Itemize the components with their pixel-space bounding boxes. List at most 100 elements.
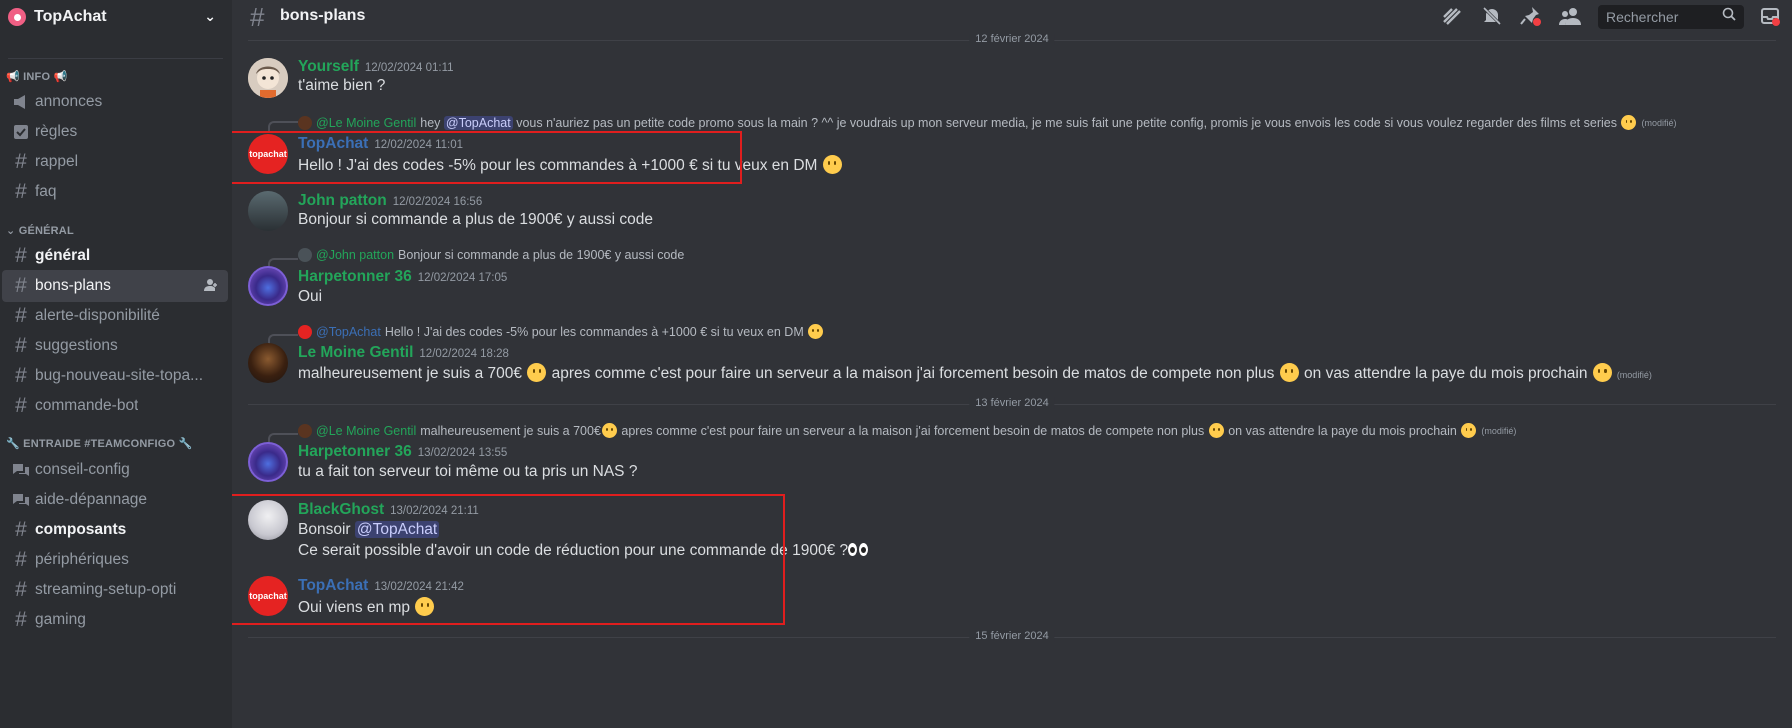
- sidebar-item-annonces[interactable]: annonces: [2, 86, 228, 118]
- pin-icon[interactable]: [1519, 6, 1543, 28]
- sidebar-item-alerte-disponibilite[interactable]: # alerte-disponibilité: [2, 300, 228, 332]
- server-name: TopAchat: [34, 8, 107, 25]
- grin-emoji-icon: [1208, 423, 1224, 438]
- sidebar-item-regles[interactable]: règles: [2, 116, 228, 148]
- hash-icon: #: [15, 244, 27, 267]
- message-text: Hello ! J'ai des codes -5% pour les comm…: [298, 155, 843, 175]
- message-timestamp: 13/02/2024 13:55: [417, 447, 508, 459]
- sidebar-item-streaming-setup-opti[interactable]: # streaming-setup-opti: [2, 574, 228, 606]
- forum-icon: [11, 489, 31, 511]
- reply-preview[interactable]: @Le Moine Gentil malheureusement je suis…: [298, 423, 1516, 438]
- message-timestamp: 13/02/2024 21:42: [374, 581, 464, 593]
- hash-thread-icon: #: [15, 304, 27, 327]
- date-divider: 12 février 2024: [248, 34, 1776, 45]
- avatar[interactable]: [248, 191, 288, 231]
- category-info[interactable]: 📢 INFO 📢: [6, 70, 67, 83]
- channel-sidebar: TopAchat ⌄ 📢 INFO 📢 annonces règles # rap…: [0, 0, 232, 728]
- reply-preview[interactable]: @Le Moine Gentil hey @TopAchat vous n'au…: [298, 115, 1676, 130]
- server-header[interactable]: TopAchat ⌄: [0, 0, 232, 34]
- message-text: malheureusement je suis a 700€ apres com…: [298, 363, 1652, 382]
- search-icon: [1722, 7, 1736, 25]
- rules-icon: [11, 121, 31, 143]
- notifications-muted-icon[interactable]: [1480, 6, 1504, 28]
- channel-title: bons-plans: [280, 7, 366, 24]
- eyes-emoji-icon: [848, 543, 869, 556]
- avatar[interactable]: topachat: [248, 576, 288, 616]
- avatar[interactable]: [248, 266, 288, 306]
- sidebar-item-rappel[interactable]: # rappel: [2, 146, 228, 178]
- threads-icon[interactable]: [1440, 6, 1464, 28]
- date-divider: 15 février 2024: [248, 630, 1776, 642]
- sidebar-item-bug-nouveau-site[interactable]: # bug-nouveau-site-topa...: [2, 360, 228, 392]
- sidebar-item-peripheriques[interactable]: # périphériques: [2, 544, 228, 576]
- add-user-icon[interactable]: [204, 278, 218, 295]
- message-text: tu a fait ton serveur toi même ou ta pri…: [298, 463, 638, 480]
- message-author[interactable]: TopAchat 12/02/2024 11:01: [298, 135, 463, 153]
- avatar[interactable]: [248, 500, 288, 540]
- search-input[interactable]: Rechercher: [1598, 5, 1744, 29]
- mention[interactable]: @TopAchat: [443, 115, 513, 130]
- message-author[interactable]: Harpetonner 36 13/02/2024 13:55: [298, 443, 507, 461]
- message-timestamp: 12/02/2024 17:05: [417, 272, 508, 284]
- message-timestamp: 12/02/2024 01:11: [364, 62, 454, 74]
- smile-emoji-icon: [822, 155, 842, 174]
- message-timestamp: 13/02/2024 21:11: [390, 505, 479, 517]
- category-general[interactable]: ⌄ GÉNÉRAL: [6, 224, 74, 237]
- sidebar-item-general[interactable]: # général: [2, 240, 228, 272]
- sidebar-item-bons-plans[interactable]: # bons-plans: [2, 270, 228, 302]
- hash-thread-icon: #: [15, 608, 27, 631]
- message-author[interactable]: BlackGhost 13/02/2024 21:11: [298, 501, 479, 519]
- message-author[interactable]: Le Moine Gentil 12/02/2024 18:28: [298, 344, 509, 362]
- hash-icon: #: [15, 334, 27, 357]
- sidebar-item-gaming[interactable]: # gaming: [2, 604, 228, 636]
- grin-emoji-icon: [1621, 115, 1637, 130]
- wink-emoji-icon: [1592, 363, 1612, 382]
- sidebar-item-suggestions[interactable]: # suggestions: [2, 330, 228, 362]
- reply-spine: [268, 121, 298, 133]
- sidebar-item-aide-depannage[interactable]: aide-dépannage: [2, 484, 228, 516]
- hash-icon: #: [15, 274, 27, 297]
- hash-thread-icon: #: [15, 364, 27, 387]
- message-text: Bonsoir @TopAchat: [298, 521, 440, 538]
- reply-preview[interactable]: @TopAchat Hello ! J'ai des codes -5% pou…: [298, 324, 824, 339]
- sidebar-item-composants[interactable]: # composants: [2, 514, 228, 546]
- message-text: Oui viens en mp: [298, 597, 435, 617]
- search-placeholder: Rechercher: [1606, 9, 1679, 25]
- hash-thread-icon: #: [15, 394, 27, 417]
- unamused-emoji-icon: [527, 363, 547, 382]
- message-timestamp: 12/02/2024 16:56: [392, 196, 483, 208]
- reply-preview[interactable]: @John patton Bonjour si commande a plus …: [298, 248, 684, 262]
- avatar[interactable]: [248, 58, 288, 98]
- avatar[interactable]: topachat: [248, 134, 288, 174]
- wink-emoji-icon: [1461, 423, 1477, 438]
- hash-thread-icon: #: [15, 578, 27, 601]
- message-text: Oui: [298, 288, 323, 305]
- hash-thread-icon: #: [15, 548, 27, 571]
- avatar[interactable]: [248, 343, 288, 383]
- avatar[interactable]: [248, 442, 288, 482]
- sidebar-item-faq[interactable]: # faq: [2, 176, 228, 208]
- reply-avatar: [298, 248, 312, 262]
- message-author[interactable]: TopAchat 13/02/2024 21:42: [298, 577, 464, 595]
- chevron-down-icon[interactable]: ⌄: [204, 8, 216, 25]
- sidebar-item-commande-bot[interactable]: # commande-bot: [2, 390, 228, 422]
- mention[interactable]: @TopAchat: [354, 521, 440, 538]
- server-logo-icon: [8, 8, 26, 26]
- message-author[interactable]: Harpetonner 36 12/02/2024 17:05: [298, 268, 507, 286]
- message-text: t'aime bien ?: [298, 77, 386, 94]
- member-list-icon[interactable]: [1558, 6, 1582, 28]
- date-divider: 13 février 2024: [248, 397, 1776, 409]
- message-list[interactable]: 12 février 2024 Yourself 12/02/2024 01:11…: [232, 34, 1792, 728]
- message-text: Bonjour si commande a plus de 1900€ y au…: [298, 211, 653, 228]
- message-timestamp: 12/02/2024 11:01: [374, 139, 464, 151]
- sidebar-item-conseil-config[interactable]: conseil-config: [2, 454, 228, 486]
- message-text: Ce serait possible d'avoir un code de ré…: [298, 542, 869, 560]
- hash-thread-icon: #: [15, 180, 27, 203]
- sidebar-divider: [8, 58, 223, 59]
- message-timestamp: 12/02/2024 18:28: [419, 348, 509, 360]
- message-author[interactable]: John patton 12/02/2024 16:56: [298, 192, 482, 210]
- category-entraide[interactable]: 🔧 ENTRAIDE #TEAMCONFIGO 🔧: [6, 437, 192, 450]
- message-author[interactable]: Yourself 12/02/2024 01:11: [298, 58, 454, 76]
- grin-emoji-icon: [1279, 363, 1299, 382]
- inbox-icon[interactable]: [1759, 5, 1781, 27]
